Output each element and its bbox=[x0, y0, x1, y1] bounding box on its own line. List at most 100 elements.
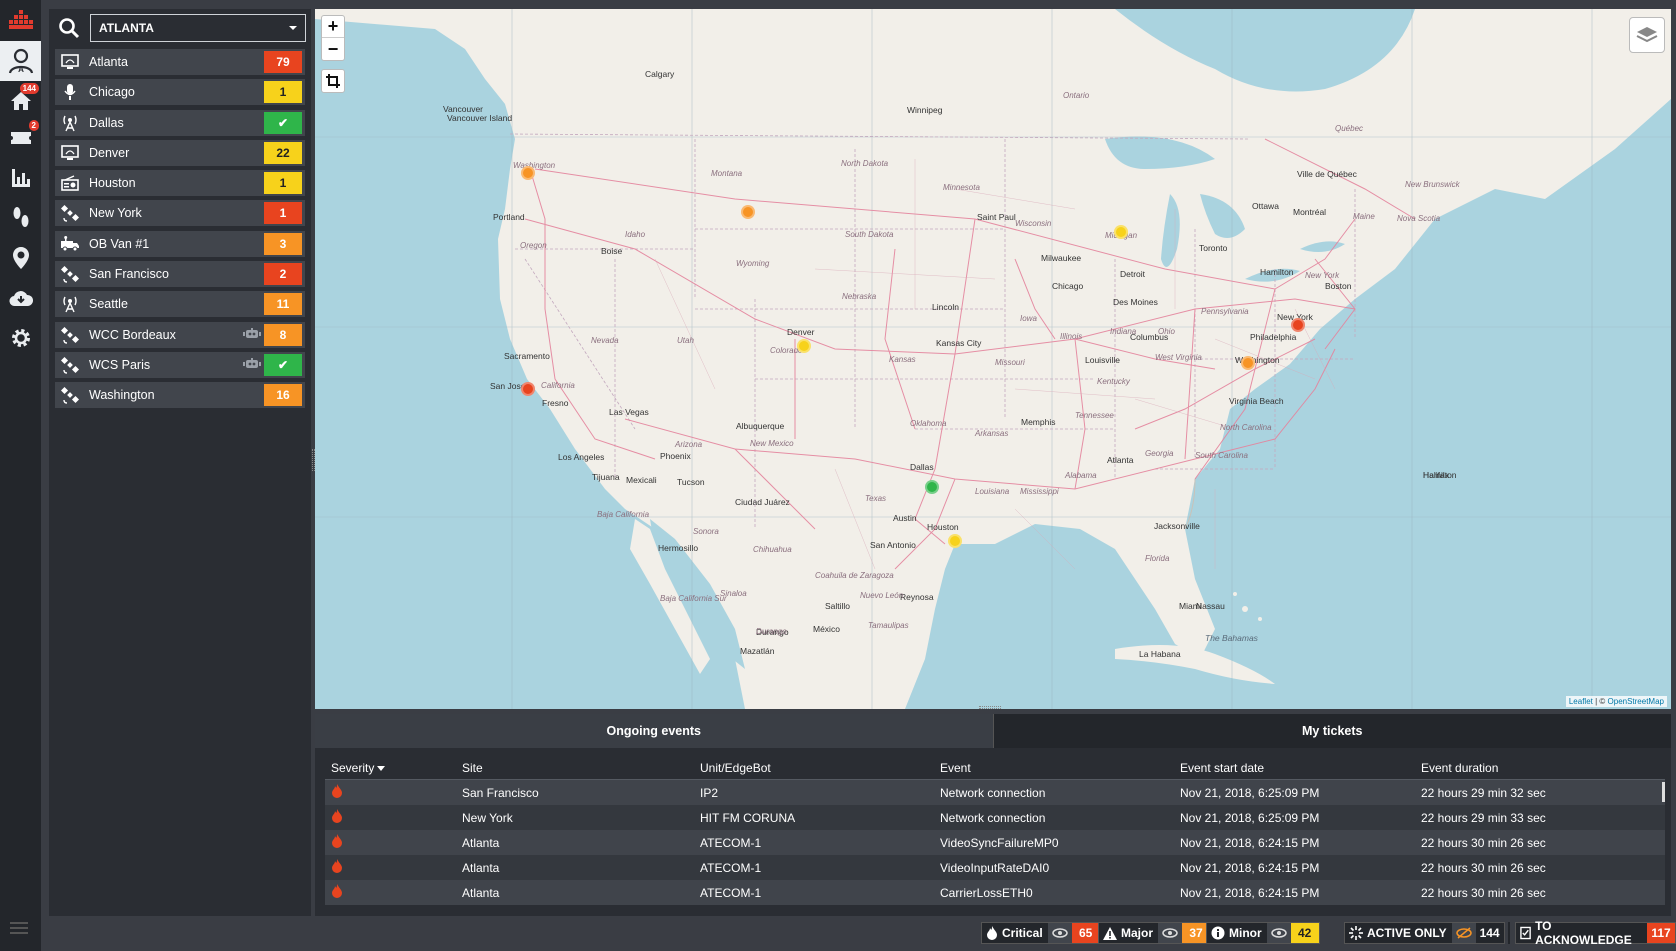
site-marker-san-francisco[interactable] bbox=[521, 382, 535, 396]
map-view[interactable]: Calgary Winnipeg Vancouver Vancouver Island… bbox=[315, 9, 1671, 709]
ticket-icon[interactable]: 2 bbox=[0, 118, 41, 158]
map-region-label: Sonora bbox=[693, 527, 719, 536]
map-region-label: Nova Scotia bbox=[1397, 214, 1441, 223]
map-region-label: Sinaloa bbox=[720, 589, 747, 598]
logo-icon[interactable] bbox=[0, 0, 41, 40]
map-region-label: West Virginia bbox=[1155, 353, 1202, 362]
column-severity[interactable]: Severity bbox=[325, 761, 460, 775]
site-marker-washington[interactable] bbox=[1241, 356, 1255, 370]
map-region-label: Nuevo León bbox=[860, 591, 904, 600]
map-resize-handle[interactable] bbox=[979, 706, 1001, 709]
site-select-dropdown[interactable]: ATLANTA bbox=[90, 14, 306, 42]
location-pin-icon[interactable] bbox=[0, 238, 41, 278]
site-marker-houston[interactable] bbox=[948, 534, 962, 548]
radio-icon bbox=[59, 172, 81, 194]
critical-filter[interactable]: Critical 65 bbox=[981, 922, 1101, 944]
table-row[interactable]: Atlanta ATECOM-1 CarrierLossETH0 Nov 21, 20… bbox=[325, 880, 1665, 905]
osm-link[interactable]: OpenStreetMap bbox=[1608, 697, 1664, 706]
cell-duration: 22 hours 29 min 32 sec bbox=[1421, 785, 1546, 800]
column-start-date[interactable]: Event start date bbox=[1180, 761, 1421, 775]
bar-chart-icon[interactable] bbox=[0, 158, 41, 198]
map-city-label: Detroit bbox=[1120, 269, 1146, 279]
map-city-label: Toronto bbox=[1199, 243, 1228, 253]
site-row-san-francisco[interactable]: San Francisco 2 bbox=[55, 261, 305, 288]
site-row-seattle[interactable]: Seattle 11 bbox=[55, 291, 305, 318]
map-region-label: North Carolina bbox=[1220, 423, 1272, 432]
site-name: Dallas bbox=[89, 115, 124, 130]
cell-event: VideoInputRateDAI0 bbox=[940, 860, 1050, 875]
cell-duration: 22 hours 30 min 26 sec bbox=[1421, 835, 1546, 850]
severity-critical-icon bbox=[325, 784, 460, 801]
microphone-icon bbox=[59, 81, 81, 103]
minor-count: 42 bbox=[1290, 923, 1319, 943]
home-icon[interactable]: 144 bbox=[0, 81, 41, 121]
column-unit[interactable]: Unit/EdgeBot bbox=[700, 761, 940, 775]
map-city-label: Montréal bbox=[1293, 207, 1327, 217]
site-row-dallas[interactable]: Dallas ✔ bbox=[55, 109, 305, 136]
site-name: Atlanta bbox=[89, 55, 128, 69]
site-marker-seattle[interactable] bbox=[521, 166, 535, 180]
table-row[interactable]: Atlanta ATECOM-1 VideoInputRateDAI0 Nov 21,… bbox=[325, 855, 1665, 880]
site-marker-denver[interactable] bbox=[797, 339, 811, 353]
collapse-menu-icon[interactable] bbox=[10, 922, 28, 937]
site-marker-montana[interactable] bbox=[741, 205, 755, 219]
table-row[interactable]: New York HIT FM CORUNA Network connection N… bbox=[325, 805, 1665, 830]
site-name: Seattle bbox=[89, 297, 128, 312]
site-row-houston[interactable]: Houston 1 bbox=[55, 170, 305, 197]
to-acknowledge-filter[interactable]: TO ACKNOWLEDGE 117 bbox=[1515, 919, 1676, 947]
active-only-filter[interactable]: ACTIVE ONLY 144 bbox=[1344, 922, 1505, 944]
antenna-icon bbox=[59, 293, 81, 315]
site-alarm-count: 2 bbox=[264, 263, 302, 286]
map-city-label: Boston bbox=[1325, 281, 1352, 291]
events-scrollbar[interactable] bbox=[1662, 782, 1665, 802]
eye-icon[interactable] bbox=[1158, 923, 1183, 943]
layers-icon[interactable] bbox=[1629, 17, 1665, 53]
map-region-label: Coahuila de Zaragoza bbox=[815, 571, 894, 580]
eye-slash-icon[interactable] bbox=[1451, 923, 1476, 943]
site-row-atlanta[interactable]: Atlanta 79 bbox=[55, 49, 305, 75]
sort-desc-icon bbox=[377, 765, 386, 771]
site-row-new-york[interactable]: New York 1 bbox=[55, 200, 305, 227]
search-icon[interactable] bbox=[58, 17, 80, 42]
site-marker-michigan[interactable] bbox=[1114, 225, 1128, 239]
cell-event: Network connection bbox=[940, 785, 1046, 800]
map-city-label: Los Angeles bbox=[558, 452, 605, 462]
site-marker-new-york[interactable] bbox=[1291, 318, 1305, 332]
cloud-download-icon[interactable] bbox=[0, 278, 41, 318]
crop-icon[interactable] bbox=[321, 69, 345, 93]
table-row[interactable]: San Francisco IP2 Network connection Nov 21… bbox=[325, 780, 1665, 805]
map-city-label: Kansas City bbox=[936, 338, 982, 348]
gear-icon[interactable] bbox=[0, 318, 41, 358]
site-row-denver[interactable]: Denver 22 bbox=[55, 139, 305, 166]
minor-filter[interactable]: Minor 42 bbox=[1206, 922, 1320, 944]
map-city-label: Mexicali bbox=[626, 475, 657, 485]
site-row-wcs-paris[interactable]: WCS Paris ✔ bbox=[55, 351, 305, 378]
zoom-out-button[interactable]: − bbox=[322, 38, 344, 60]
site-panel: ATLANTA Atlanta 79 Chicago 1 Dallas ✔ Denver 22… bbox=[49, 9, 315, 916]
site-marker-dallas[interactable] bbox=[925, 480, 939, 494]
site-alarm-count: 11 bbox=[264, 293, 302, 316]
column-site[interactable]: Site bbox=[460, 761, 700, 775]
site-row-wcc-bordeaux[interactable]: WCC Bordeaux 8 bbox=[55, 321, 305, 348]
edgebot-icon bbox=[243, 327, 261, 343]
major-filter[interactable]: Major 37 bbox=[1098, 922, 1212, 944]
eye-icon[interactable] bbox=[1266, 923, 1291, 943]
column-event[interactable]: Event bbox=[940, 761, 1180, 775]
svg-text:A: A bbox=[18, 65, 24, 74]
footsteps-icon[interactable] bbox=[0, 198, 41, 238]
zoom-in-button[interactable]: + bbox=[322, 16, 344, 38]
leaflet-link[interactable]: Leaflet bbox=[1569, 697, 1593, 706]
tab-my-tickets[interactable]: My tickets bbox=[992, 714, 1671, 748]
site-row-chicago[interactable]: Chicago 1 bbox=[55, 79, 305, 106]
eye-icon[interactable] bbox=[1047, 923, 1072, 943]
map-city-label: Calgary bbox=[645, 69, 675, 79]
left-nav: A 144 2 bbox=[0, 0, 41, 951]
table-row[interactable]: Atlanta ATECOM-1 VideoSyncFailureMP0 Nov 21… bbox=[325, 830, 1665, 855]
user-icon[interactable]: A bbox=[0, 41, 41, 81]
site-row-ob-van-1[interactable]: OB Van #1 3 bbox=[55, 230, 305, 257]
column-duration[interactable]: Event duration bbox=[1421, 761, 1651, 775]
site-row-washington[interactable]: Washington 16 bbox=[55, 382, 305, 409]
cell-start-date: Nov 21, 2018, 6:25:09 PM bbox=[1180, 785, 1320, 800]
map-city-label: Louisville bbox=[1085, 355, 1120, 365]
tab-ongoing-events[interactable]: Ongoing events bbox=[315, 714, 993, 748]
